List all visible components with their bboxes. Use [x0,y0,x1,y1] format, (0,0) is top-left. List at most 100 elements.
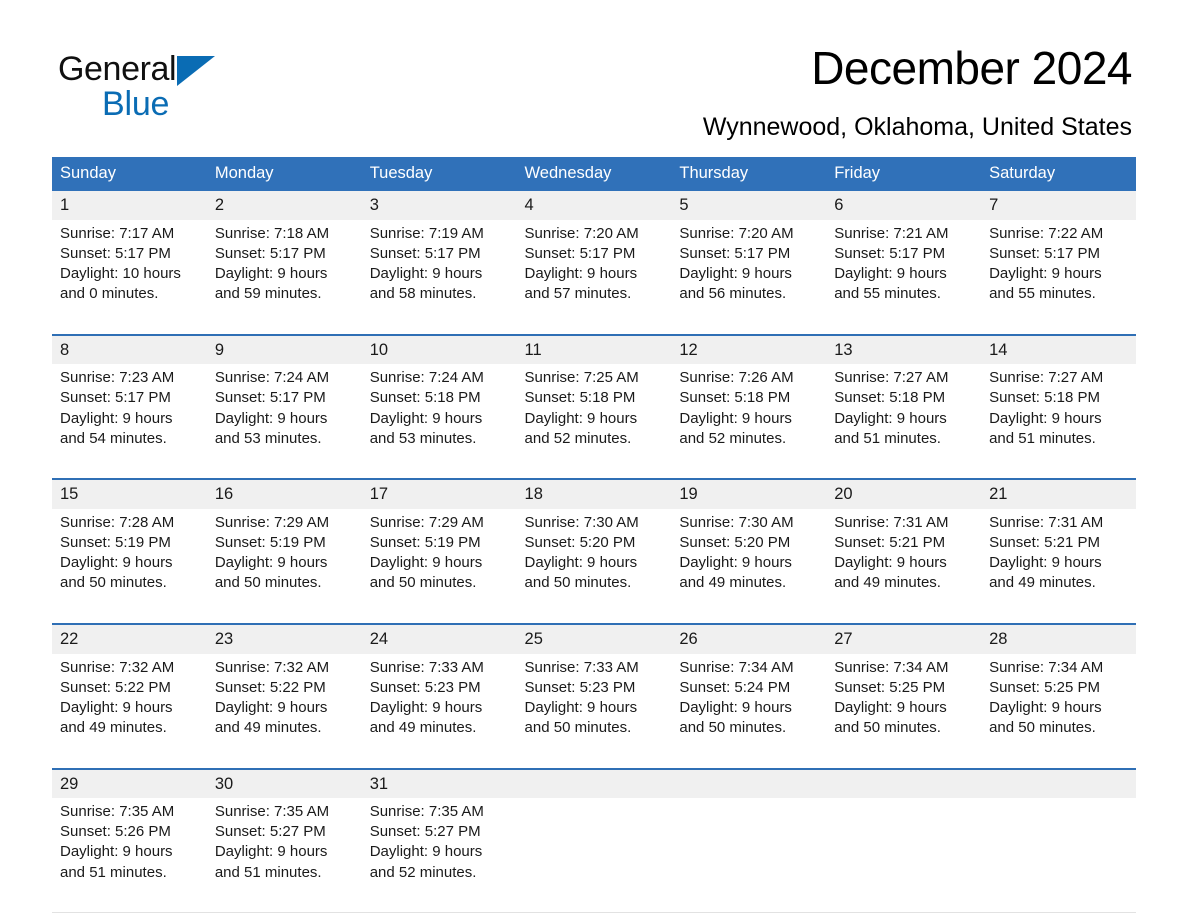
day-daylight-line-text: Daylight: 9 hours [214,409,328,427]
day-sunrise-text: Sunrise: 7:35 AM [60,803,175,821]
day-sunset-text: Sunset: 5:17 PM [834,244,946,262]
day-number[interactable]: 5 [671,191,827,220]
calendar-container: Sunday Monday Tuesday Wednesday Thursday… [52,157,1136,914]
day-daylight-line-text: and 49 minutes. [214,719,322,737]
day-cell-empty [826,798,982,914]
day-number[interactable]: 24 [361,622,517,654]
day-number[interactable]: 4 [516,191,672,220]
day-number-empty [826,767,982,799]
day-number[interactable]: 14 [981,333,1136,365]
day-daylight-line-text: Daylight: 9 hours [834,409,947,427]
day-sunrise-text: Sunrise: 7:20 AM [524,224,639,242]
day-cell: Sunrise: 7:34 AM Sunset: 5:25 PM Daylight:… [826,653,982,769]
day-daylight-line-text: and 53 minutes. [214,429,322,447]
day-sunrise-text: Sunrise: 7:32 AM [214,658,330,676]
weekday-header-saturday: Saturday [981,157,1136,191]
day-number-empty [671,767,827,799]
day-number[interactable]: 25 [516,622,672,654]
day-daylight-line-text: and 50 minutes. [524,574,632,592]
day-cell: Sunrise: 7:34 AM Sunset: 5:24 PM Daylight:… [671,653,827,769]
day-daylight-line-text: and 58 minutes. [369,285,477,303]
day-number[interactable]: 2 [206,191,362,220]
day-number-empty [981,767,1136,799]
calendar-week-details-row: Sunrise: 7:32 AM Sunset: 5:22 PM Daylight:… [52,653,1136,769]
calendar-week-numbers-row: 29 30 31 [52,767,1136,799]
day-daylight-line-text: Daylight: 9 hours [834,264,947,282]
day-number[interactable]: 31 [361,767,517,799]
day-number[interactable]: 10 [361,333,517,365]
day-daylight-line-text: Daylight: 9 hours [524,698,638,716]
weekday-header-friday: Friday [826,157,982,191]
day-daylight-line-text: and 55 minutes. [834,285,941,303]
day-cell: Sunrise: 7:33 AM Sunset: 5:23 PM Daylight:… [361,653,517,769]
day-daylight-line-text: and 51 minutes. [834,429,941,447]
calendar-week-details-row: Sunrise: 7:28 AM Sunset: 5:19 PM Daylight:… [52,508,1136,625]
day-number[interactable]: 15 [52,478,207,509]
day-number[interactable]: 30 [206,767,362,799]
day-daylight-line-text: and 51 minutes. [214,863,322,881]
day-daylight-line-text: and 0 minutes. [60,285,159,303]
day-daylight-line-text: Daylight: 9 hours [60,554,173,572]
day-daylight-line-text: Daylight: 9 hours [989,554,1102,572]
day-daylight-line-text: Daylight: 9 hours [679,409,792,427]
day-number[interactable]: 28 [981,622,1136,654]
day-sunset-text: Sunset: 5:18 PM [834,389,946,407]
day-number[interactable]: 6 [826,191,982,220]
day-number[interactable]: 19 [671,478,827,509]
day-number-empty [516,767,672,799]
calendar-week-numbers-row: 22 23 24 25 26 27 28 [52,622,1136,654]
day-number[interactable]: 23 [206,622,362,654]
day-sunset-text: Sunset: 5:21 PM [989,534,1100,552]
day-sunrise-text: Sunrise: 7:27 AM [834,369,949,387]
day-daylight-line-text: and 50 minutes. [679,719,787,737]
day-daylight-line-text: and 49 minutes. [60,719,167,737]
day-sunset-text: Sunset: 5:17 PM [679,244,791,262]
day-cell: Sunrise: 7:27 AM Sunset: 5:18 PM Daylight:… [826,364,982,480]
day-number[interactable]: 1 [52,191,207,220]
calendar-week-details-row: Sunrise: 7:23 AM Sunset: 5:17 PM Daylight:… [52,364,1136,480]
day-sunset-text: Sunset: 5:17 PM [60,389,171,407]
day-sunset-text: Sunset: 5:18 PM [369,389,481,407]
page-title: December 2024 [811,42,1132,94]
day-number[interactable]: 17 [361,478,517,509]
day-sunset-text: Sunset: 5:19 PM [214,534,326,552]
day-number[interactable]: 13 [826,333,982,365]
day-number[interactable]: 7 [981,191,1136,220]
day-daylight-line-text: Daylight: 9 hours [989,698,1102,716]
day-sunrise-text: Sunrise: 7:34 AM [989,658,1104,676]
day-daylight-line-text: Daylight: 9 hours [214,264,328,282]
day-sunrise-text: Sunrise: 7:23 AM [60,369,175,387]
brand-word-general: General [58,50,177,88]
day-cell: Sunrise: 7:18 AM Sunset: 5:17 PM Daylight:… [206,219,362,336]
day-number[interactable]: 29 [52,767,207,799]
day-number[interactable]: 27 [826,622,982,654]
calendar-week-numbers-row: 15 16 17 18 19 20 21 [52,478,1136,509]
day-daylight-line-text: Daylight: 9 hours [369,698,483,716]
day-number[interactable]: 8 [52,333,207,365]
day-number[interactable]: 9 [206,333,362,365]
day-number[interactable]: 26 [671,622,827,654]
general-blue-logo[interactable]: General Blue [58,50,216,121]
day-sunrise-text: Sunrise: 7:30 AM [524,513,639,531]
day-number[interactable]: 12 [671,333,827,365]
day-sunset-text: Sunset: 5:23 PM [524,678,636,696]
day-daylight-line-text: Daylight: 9 hours [834,698,947,716]
day-sunset-text: Sunset: 5:22 PM [60,678,171,696]
day-daylight-line-text: and 49 minutes. [679,574,787,592]
day-sunrise-text: Sunrise: 7:27 AM [989,369,1104,387]
day-number[interactable]: 11 [516,333,672,365]
day-number[interactable]: 22 [52,622,207,654]
day-cell: Sunrise: 7:20 AM Sunset: 5:17 PM Daylight:… [671,219,827,336]
day-sunrise-text: Sunrise: 7:30 AM [679,513,794,531]
day-number[interactable]: 16 [206,478,362,509]
day-number[interactable]: 21 [981,478,1136,509]
day-sunrise-text: Sunrise: 7:22 AM [989,224,1104,242]
day-sunrise-text: Sunrise: 7:31 AM [834,513,949,531]
day-cell: Sunrise: 7:32 AM Sunset: 5:22 PM Daylight:… [206,653,362,769]
day-number[interactable]: 3 [361,191,517,220]
day-sunset-text: Sunset: 5:17 PM [524,244,636,262]
day-daylight-line-text: Daylight: 9 hours [369,554,483,572]
day-number[interactable]: 18 [516,478,672,509]
day-number[interactable]: 20 [826,478,982,509]
day-sunrise-text: Sunrise: 7:24 AM [369,369,484,387]
